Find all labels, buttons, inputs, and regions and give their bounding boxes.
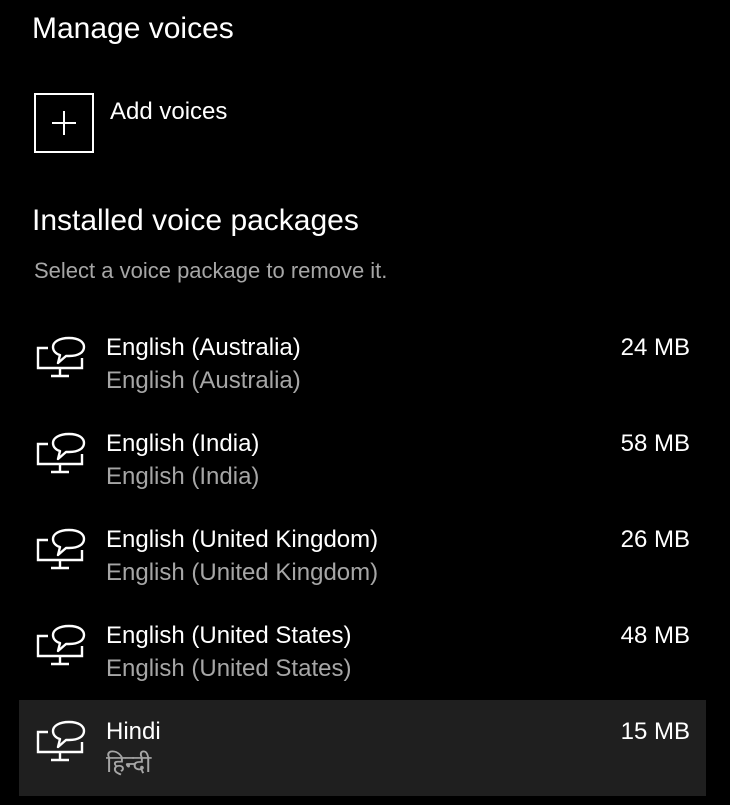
voice-package-item-selected[interactable]: Hindi हिन्दी 15 MB xyxy=(19,700,706,796)
add-voices-icon-box[interactable] xyxy=(34,93,94,153)
voice-package-native-name: English (Australia) xyxy=(106,367,301,394)
voice-package-size: 26 MB xyxy=(620,526,690,553)
voice-package-size: 15 MB xyxy=(620,718,690,745)
speech-monitor-icon xyxy=(36,336,86,378)
voice-package-size: 24 MB xyxy=(620,334,690,361)
voice-package-item[interactable]: English (United Kingdom) English (United… xyxy=(19,508,706,604)
voice-package-native-name: हिन्दी xyxy=(106,751,152,778)
add-voices-button[interactable]: Add voices xyxy=(34,93,227,153)
installed-packages-hint: Select a voice package to remove it. xyxy=(34,258,388,283)
voice-package-name: English (United Kingdom) xyxy=(106,526,379,553)
voice-package-item[interactable]: English (India) English (India) 58 MB xyxy=(19,412,706,508)
voice-package-size: 58 MB xyxy=(620,430,690,457)
voice-package-native-name: English (United States) xyxy=(106,655,352,682)
voice-package-item[interactable]: English (United States) English (United … xyxy=(19,604,706,700)
page-title: Manage voices xyxy=(32,12,234,45)
speech-monitor-icon xyxy=(36,624,86,666)
voice-package-name: English (United States) xyxy=(106,622,352,649)
voice-package-native-name: English (United Kingdom) xyxy=(106,559,379,586)
plus-icon xyxy=(52,111,76,135)
voice-package-name: English (India) xyxy=(106,430,260,457)
voice-package-native-name: English (India) xyxy=(106,463,260,490)
voice-package-item[interactable]: English (Australia) English (Australia) … xyxy=(19,316,706,412)
installed-packages-title: Installed voice packages xyxy=(32,204,359,237)
speech-monitor-icon xyxy=(36,528,86,570)
voice-package-list: English (Australia) English (Australia) … xyxy=(19,316,706,796)
voice-package-name: Hindi xyxy=(106,718,161,745)
speech-monitor-icon xyxy=(36,720,86,762)
voice-package-name: English (Australia) xyxy=(106,334,301,361)
speech-monitor-icon xyxy=(36,432,86,474)
add-voices-label[interactable]: Add voices xyxy=(110,97,227,127)
voice-package-size: 48 MB xyxy=(620,622,690,649)
